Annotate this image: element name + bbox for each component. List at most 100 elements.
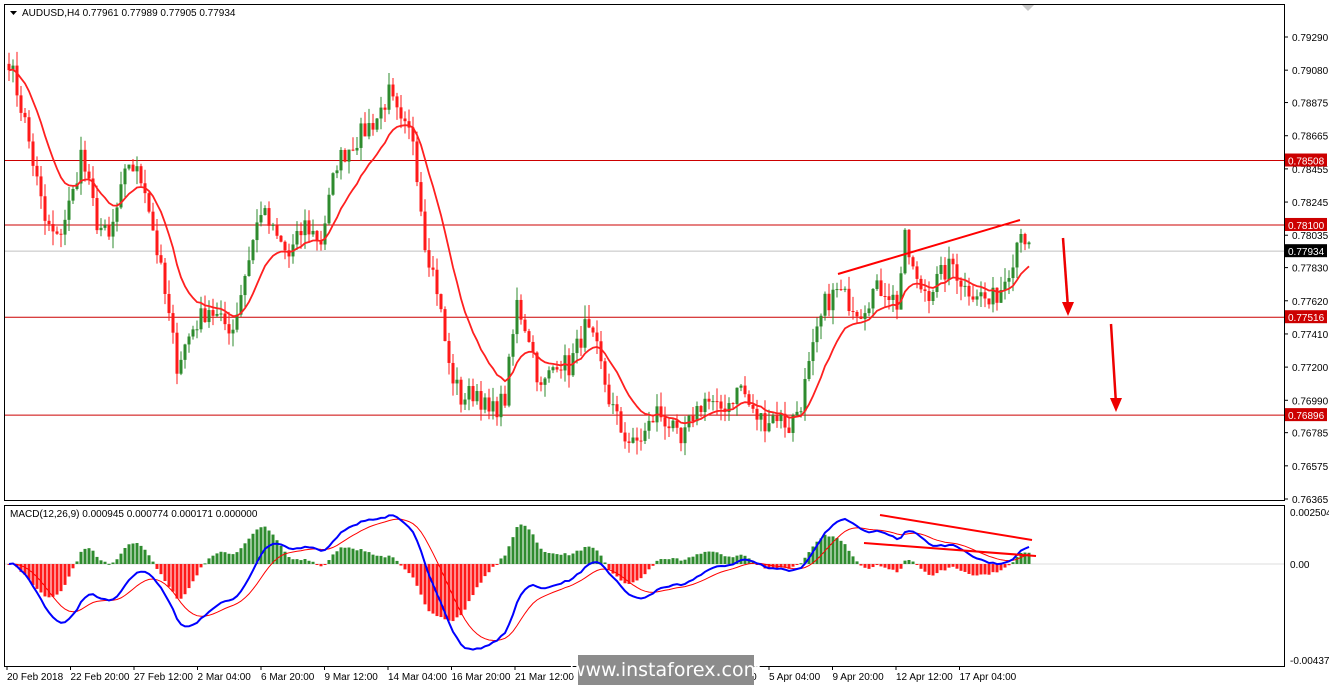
macd-histogram-bar xyxy=(1003,564,1007,568)
candle-body xyxy=(891,294,895,300)
macd-histogram-bar xyxy=(587,546,591,564)
candle-body xyxy=(559,369,563,371)
macd-histogram-bar xyxy=(223,552,227,564)
candle-body xyxy=(155,230,159,256)
macd-histogram-bar xyxy=(959,564,963,571)
candle-body xyxy=(243,275,247,296)
macd-histogram-bar xyxy=(251,533,255,564)
macd-histogram-bar xyxy=(319,564,323,567)
candle-body xyxy=(543,378,547,385)
candle-body xyxy=(643,430,647,441)
candle-body xyxy=(95,198,99,231)
macd-histogram-bar xyxy=(371,554,375,564)
macd-histogram-bar xyxy=(855,561,859,564)
macd-histogram-bar xyxy=(675,558,679,564)
candle-body xyxy=(439,294,443,310)
candle-body xyxy=(547,370,551,379)
candle-body xyxy=(1003,281,1007,291)
macd-histogram-bar xyxy=(367,552,371,564)
macd-histogram-bar xyxy=(1015,557,1019,564)
macd-histogram-bar xyxy=(211,555,215,564)
candle-body xyxy=(231,329,235,334)
macd-histogram-bar xyxy=(243,543,247,564)
candle-body xyxy=(103,225,107,228)
macd-histogram-bar xyxy=(951,564,955,567)
macd-histogram-bar xyxy=(467,564,471,602)
macd-histogram-bar xyxy=(123,547,127,564)
candle-body xyxy=(39,176,43,197)
candle-body xyxy=(675,420,679,428)
candle-body xyxy=(699,406,703,413)
macd-histogram-bar xyxy=(483,564,487,577)
macd-histogram-bar xyxy=(875,564,879,566)
macd-histogram-bar xyxy=(463,564,467,610)
candle-body xyxy=(167,293,171,314)
macd-histogram-bar xyxy=(147,555,151,564)
candle-body xyxy=(139,166,143,184)
candle-body xyxy=(951,258,955,265)
candle-body xyxy=(715,401,719,403)
candle-body xyxy=(719,401,723,409)
price-tick-label: 0.77830 xyxy=(1292,264,1329,275)
macd-histogram-bar xyxy=(171,564,175,592)
candle-body xyxy=(483,397,487,410)
watermark: www.instaforex.com xyxy=(570,655,762,685)
level-price-label: 0.77516 xyxy=(1288,313,1325,324)
candle-body xyxy=(615,404,619,412)
macd-histogram-bar xyxy=(303,559,307,564)
macd-histogram-bar xyxy=(323,564,327,565)
macd-histogram-bar xyxy=(307,560,311,564)
macd-histogram-bar xyxy=(415,564,419,586)
candle-body xyxy=(431,267,435,270)
candle-body xyxy=(839,289,843,291)
candle-body xyxy=(995,287,999,303)
macd-histogram-bar xyxy=(299,560,303,564)
macd-histogram-bar xyxy=(287,557,291,564)
candle-body xyxy=(971,296,975,300)
macd-histogram-bar xyxy=(719,554,723,564)
macd-histogram-bar xyxy=(571,553,575,564)
candle-body xyxy=(531,341,535,353)
candle-body xyxy=(211,310,215,316)
macd-histogram-bar xyxy=(103,561,107,564)
candle-body xyxy=(487,397,491,412)
candle-body xyxy=(651,420,655,423)
macd-histogram-bar xyxy=(931,564,935,576)
candle-body xyxy=(931,292,935,302)
macd-histogram-bar xyxy=(567,555,571,564)
candle-body xyxy=(827,293,831,311)
candle-body xyxy=(191,329,195,337)
level-price-label: 0.78508 xyxy=(1288,157,1325,168)
candle-body xyxy=(235,314,239,330)
candle-body xyxy=(371,123,375,130)
candle-body xyxy=(419,182,423,212)
macd-histogram-bar xyxy=(723,556,727,564)
candle-body xyxy=(455,379,459,384)
macd-histogram-bar xyxy=(963,564,967,572)
macd-histogram-bar xyxy=(667,559,671,564)
macd-histogram-bar xyxy=(195,564,199,576)
macd-histogram-bar xyxy=(135,543,139,564)
macd-histogram-bar xyxy=(119,553,123,564)
price-tick-label: 0.78875 xyxy=(1292,99,1329,110)
macd-histogram-bar xyxy=(327,560,331,564)
candle-body xyxy=(763,413,767,432)
macd-histogram-bar xyxy=(79,551,83,564)
macd-histogram-bar xyxy=(531,534,535,564)
candle-body xyxy=(503,393,507,406)
candle-body xyxy=(471,386,475,402)
candle-body xyxy=(71,188,75,201)
candle-body xyxy=(683,427,687,444)
candle-body xyxy=(739,385,743,388)
candle-body xyxy=(23,112,27,118)
candle-body xyxy=(399,107,403,119)
candle-body xyxy=(467,386,471,400)
macd-histogram-bar xyxy=(379,555,383,564)
macd-histogram-bar xyxy=(895,564,899,573)
macd-histogram-bar xyxy=(907,559,911,564)
macd-histogram-bar xyxy=(215,553,219,564)
macd-histogram-bar xyxy=(95,556,99,564)
macd-histogram-bar xyxy=(59,564,63,592)
candle-body xyxy=(887,296,891,300)
candle-body xyxy=(451,362,455,384)
